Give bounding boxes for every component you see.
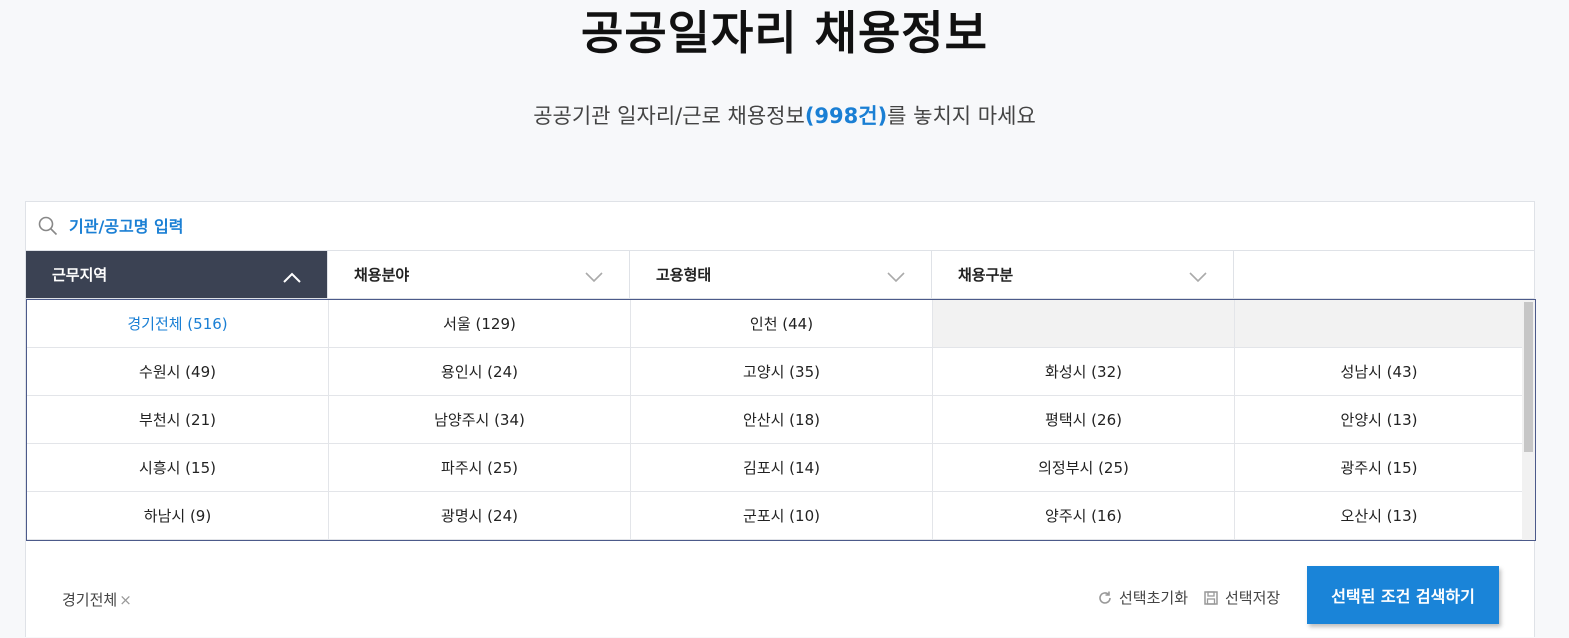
region-option[interactable]: 인천 (44)	[631, 300, 933, 348]
region-option[interactable]: 경기전체 (516)	[27, 300, 329, 348]
reset-label: 선택초기화	[1119, 589, 1189, 607]
tab-job-field[interactable]: 채용분야	[328, 251, 630, 298]
search-input[interactable]	[67, 215, 671, 237]
region-empty-cell	[1235, 300, 1523, 348]
region-option[interactable]: 하남시 (9)	[27, 492, 329, 540]
job-count: (998건)	[804, 104, 888, 128]
region-option[interactable]: 화성시 (32)	[933, 348, 1235, 396]
tab-employment-type[interactable]: 고용형태	[630, 251, 932, 298]
search-conditions-button[interactable]: 선택된 조건 검색하기	[1307, 566, 1499, 624]
filter-tabs: 근무지역 채용분야 고용형태 채용구분	[26, 251, 1534, 299]
region-option[interactable]: 부천시 (21)	[27, 396, 329, 444]
save-selection-button[interactable]: 선택저장	[1203, 587, 1280, 608]
tab-label: 고용형태	[656, 266, 712, 284]
tab-label: 채용분야	[354, 266, 410, 284]
region-option[interactable]: 평택시 (26)	[933, 396, 1235, 444]
region-option[interactable]: 안산시 (18)	[631, 396, 933, 444]
region-option[interactable]: 파주시 (25)	[329, 444, 631, 492]
search-row	[26, 202, 1534, 251]
region-empty-cell	[933, 300, 1235, 348]
chip-label: 경기전체	[62, 591, 118, 609]
tab-label: 근무지역	[52, 266, 108, 284]
region-option[interactable]: 서울 (129)	[329, 300, 631, 348]
chevron-down-icon	[1189, 269, 1207, 282]
subtitle-tail: 를 놓치지 마세요	[887, 104, 1036, 128]
close-icon[interactable]: ×	[119, 591, 132, 609]
chevron-down-icon	[585, 269, 603, 282]
chevron-down-icon	[887, 269, 905, 282]
tab-label: 채용구분	[958, 266, 1014, 284]
region-grid: 경기전체 (516) 서울 (129) 인천 (44) 수원시 (49) 용인시…	[26, 299, 1536, 541]
tab-spacer	[1234, 251, 1534, 298]
scrollbar-thumb[interactable]	[1524, 302, 1533, 452]
region-option[interactable]: 시흥시 (15)	[27, 444, 329, 492]
region-option[interactable]: 고양시 (35)	[631, 348, 933, 396]
region-option[interactable]: 안양시 (13)	[1235, 396, 1523, 444]
region-option[interactable]: 오산시 (13)	[1235, 492, 1523, 540]
subtitle-text: 공공기관 일자리/근로 채용정보	[533, 104, 805, 128]
region-option[interactable]: 용인시 (24)	[329, 348, 631, 396]
region-option[interactable]: 남양주시 (34)	[329, 396, 631, 444]
action-bar: 경기전체 × 선택초기화 선택저장 선택된 조건 검색하기	[26, 541, 1534, 638]
region-option[interactable]: 수원시 (49)	[27, 348, 329, 396]
tab-hiring-category[interactable]: 채용구분	[932, 251, 1234, 298]
region-option[interactable]: 양주시 (16)	[933, 492, 1235, 540]
region-option[interactable]: 김포시 (14)	[631, 444, 933, 492]
filter-panel: 근무지역 채용분야 고용형태 채용구분 경기전체 (516) 서울 (129) …	[25, 201, 1536, 638]
tab-region[interactable]: 근무지역	[26, 251, 328, 298]
region-scrollbar[interactable]	[1522, 300, 1535, 540]
region-option[interactable]: 광명시 (24)	[329, 492, 631, 540]
selected-filter-chip: 경기전체 ×	[62, 589, 132, 610]
refresh-icon	[1099, 591, 1111, 604]
region-option[interactable]: 의정부시 (25)	[933, 444, 1235, 492]
region-option[interactable]: 군포시 (10)	[631, 492, 933, 540]
chevron-up-icon	[283, 269, 301, 283]
page-subtitle: 공공기관 일자리/근로 채용정보(998건)를 놓치지 마세요	[0, 101, 1569, 131]
page-title: 공공일자리 채용정보	[581, 6, 988, 60]
region-option[interactable]: 광주시 (15)	[1235, 444, 1523, 492]
save-icon	[1204, 590, 1218, 605]
reset-selection-button[interactable]: 선택초기화	[1097, 587, 1188, 608]
region-option[interactable]: 성남시 (43)	[1235, 348, 1523, 396]
save-label: 선택저장	[1225, 589, 1281, 607]
search-icon	[38, 216, 58, 236]
